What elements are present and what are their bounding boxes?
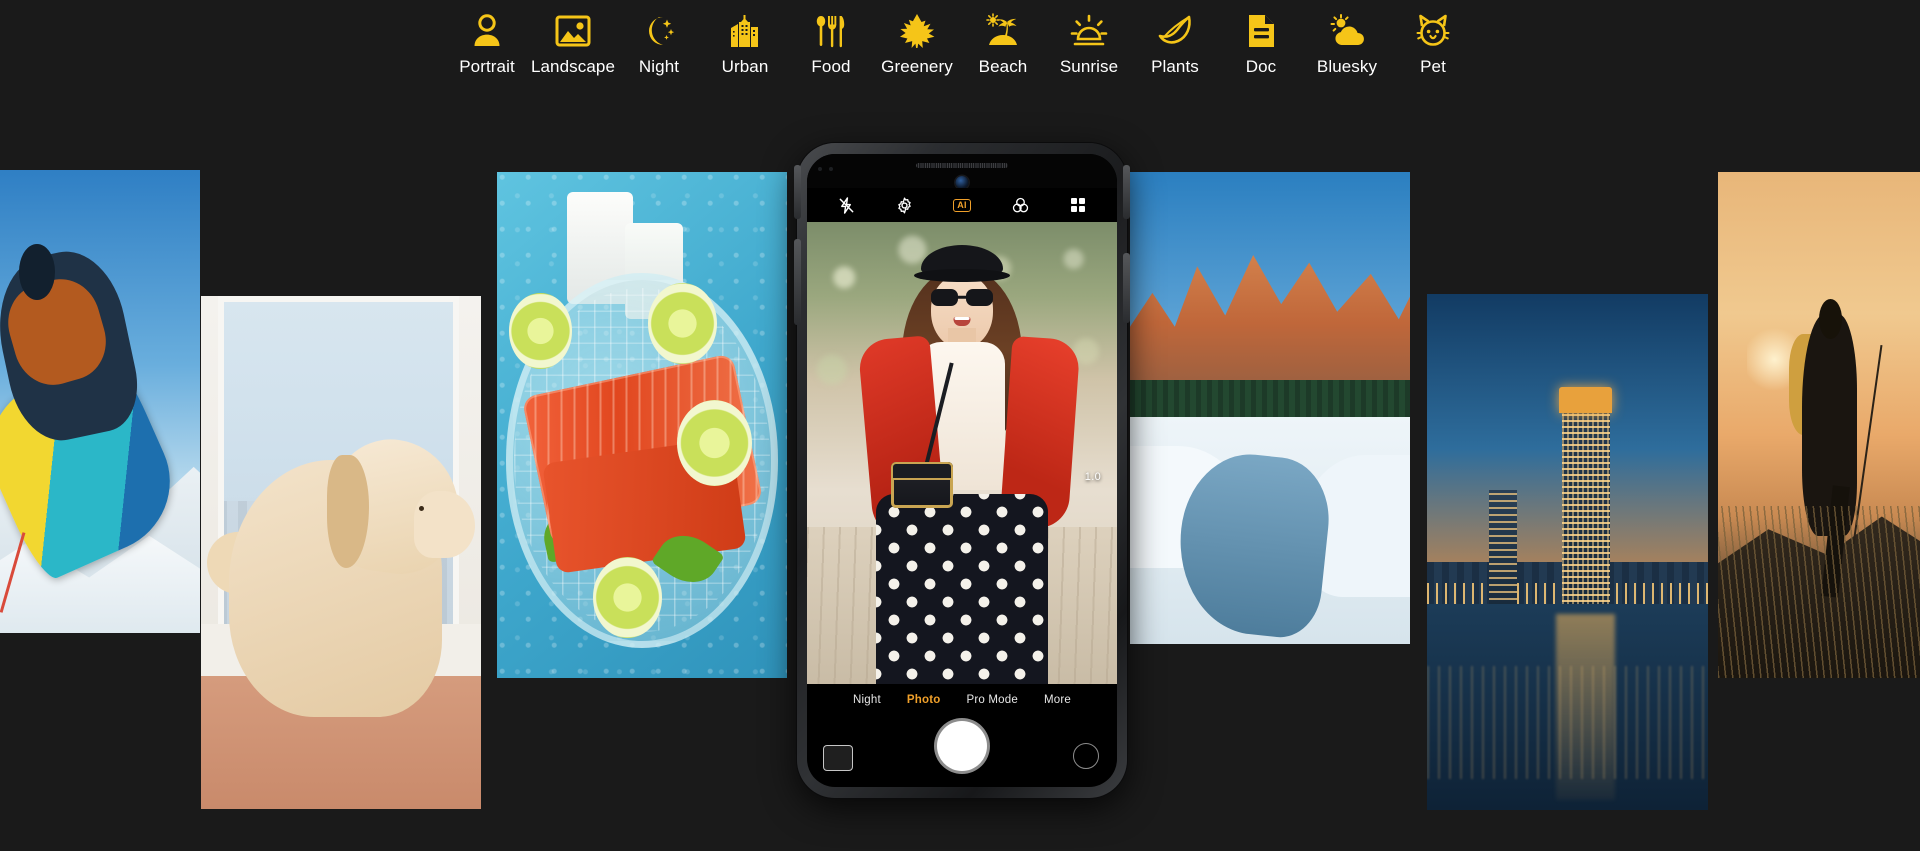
scene-label: Landscape [530,57,616,76]
scene-label: Doc [1245,57,1277,76]
scene-item-beach[interactable]: Beach [960,8,1046,77]
scene-label: Bluesky [1316,57,1378,76]
salmon-food-photo-art [497,172,787,678]
camera-top-toolbar: AI [807,188,1117,222]
scene-item-plants[interactable]: Plants [1132,8,1218,77]
scene-item-greenery[interactable]: Greenery [874,8,960,77]
sunrise-icon [1067,8,1111,54]
scene-label: Food [811,57,851,76]
gallery-thumbnail-button[interactable] [823,745,853,771]
camera-mode-night[interactable]: Night [853,694,881,706]
zoom-level-indicator[interactable]: 1.0 [1085,471,1101,483]
scene-label: Portrait [459,57,515,76]
landscape-icon [551,8,595,54]
bluesky-sun-cloud-icon [1325,8,1369,54]
phone-notch-bar [807,154,1117,189]
scene-label: Greenery [881,57,953,76]
volume-up-button[interactable] [794,165,801,219]
page-root: Portrait Landscape Night Urban Food Gree… [0,0,1920,851]
dog-window-photo-art [201,296,481,809]
scene-item-sunrise[interactable]: Sunrise [1046,8,1132,77]
scene-item-food[interactable]: Food [788,8,874,77]
scene-label: Night [638,57,680,76]
scene-label: Plants [1151,57,1199,76]
scene-mode-bar: Portrait Landscape Night Urban Food Gree… [0,0,1920,96]
scene-label: Pet [1420,57,1446,76]
camera-viewfinder[interactable]: 1.0 [807,222,1117,684]
salmon-food-photo[interactable] [497,172,787,678]
flip-camera-button[interactable] [1073,743,1099,769]
hiker-sunset-photo-art [1718,172,1920,678]
power-button[interactable] [1123,165,1130,219]
camera-mode-bar: Night Photo Pro Mode More [807,689,1117,711]
volume-down-button[interactable] [794,239,801,325]
scene-label: Urban [721,57,769,76]
ai-camera-icon[interactable]: AI [950,193,974,217]
portrait-icon [465,8,509,54]
scene-item-landscape[interactable]: Landscape [530,8,616,77]
model-hat-brim [914,269,1010,283]
dog-window-photo[interactable] [201,296,481,809]
model-handbag-flap [890,462,953,481]
snowboarder-photo-art [0,170,200,633]
food-cutlery-icon [809,8,853,54]
ai-badge-label: AI [953,198,971,212]
beach-palm-icon [981,8,1025,54]
camera-mode-photo[interactable]: Photo [907,694,941,706]
urban-buildings-icon [723,8,767,54]
greenery-leaf-icon [895,8,939,54]
filters-icon[interactable] [1008,193,1032,217]
phone-screen: AI 1.0 Night Photo Pro Mode More [807,154,1117,787]
hiker-sunset-photo[interactable] [1718,172,1920,678]
dolomites-photo-art [1130,172,1410,644]
scene-label: Beach [978,57,1028,76]
flash-off-icon[interactable] [834,193,858,217]
camera-mode-more[interactable]: More [1044,694,1071,706]
scene-item-night[interactable]: Night [616,8,702,77]
scene-label: Sunrise [1059,57,1119,76]
model-sunglasses [931,288,993,306]
light-sensor [829,167,833,171]
earpiece-speaker [916,163,1008,168]
city-tower-photo-art [1427,294,1708,810]
model-polka-dot-skirt [876,494,1048,684]
scene-item-pet[interactable]: Pet [1390,8,1476,77]
settings-gear-icon[interactable] [892,193,916,217]
camera-mode-pro-mode[interactable]: Pro Mode [966,694,1017,706]
city-tower-photo[interactable] [1427,294,1708,810]
plants-leaf-icon [1153,8,1197,54]
side-key-button[interactable] [1123,253,1130,323]
dolomites-photo[interactable] [1130,172,1410,644]
shutter-button[interactable] [937,721,987,771]
scene-item-portrait[interactable]: Portrait [444,8,530,77]
scene-item-urban[interactable]: Urban [702,8,788,77]
doc-file-icon [1239,8,1283,54]
grid-icon[interactable] [1066,193,1090,217]
pet-cat-icon [1411,8,1455,54]
proximity-sensor [818,167,822,171]
snowboarder-photo[interactable] [0,170,200,633]
scene-item-bluesky[interactable]: Bluesky [1304,8,1390,77]
scene-item-doc[interactable]: Doc [1218,8,1304,77]
camera-shutter-row [807,713,1117,779]
phone-device: AI 1.0 Night Photo Pro Mode More [794,143,1130,798]
night-moon-icon [637,8,681,54]
